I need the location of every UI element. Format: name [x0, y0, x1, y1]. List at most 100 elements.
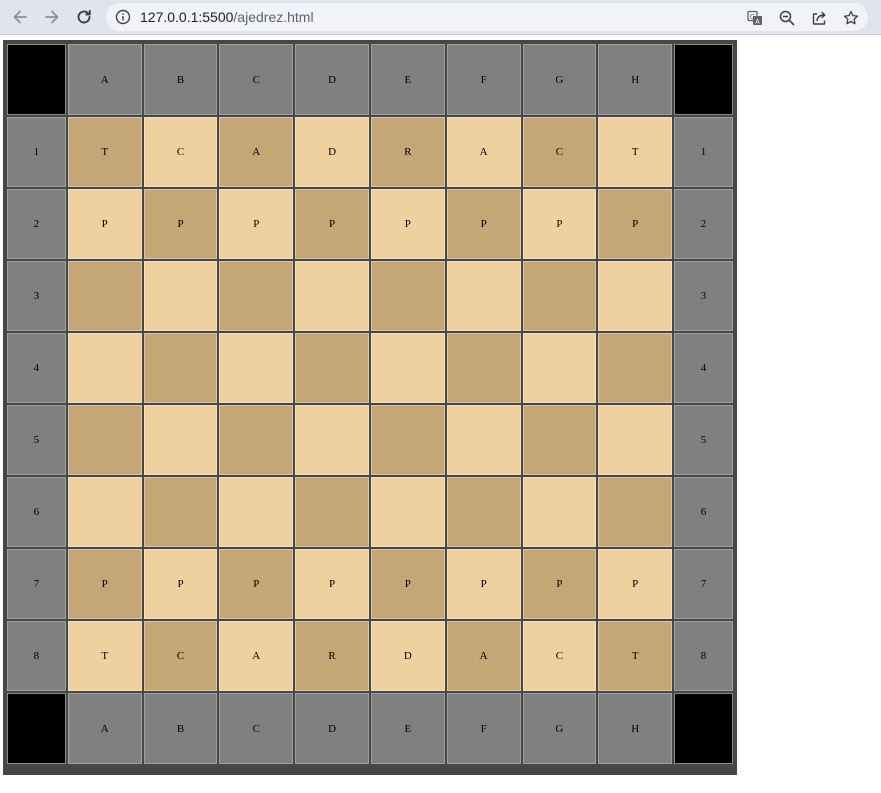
board-square[interactable]: A: [446, 621, 521, 691]
share-icon: [812, 11, 826, 25]
board-square[interactable]: [67, 333, 142, 403]
board-square[interactable]: P: [598, 549, 673, 619]
column-label: E: [370, 44, 445, 115]
board-square[interactable]: [522, 405, 597, 475]
column-label: F: [446, 44, 521, 115]
board-square[interactable]: C: [522, 117, 597, 187]
board-square[interactable]: [370, 477, 445, 547]
board-square[interactable]: [522, 261, 597, 331]
reload-button[interactable]: [72, 6, 96, 28]
column-label: H: [598, 693, 673, 764]
board-square[interactable]: T: [598, 117, 673, 187]
board-row: 55: [7, 405, 733, 475]
board-table: ABCDEFGH1TCADRACT12PPPPPPPP2334455667PPP…: [5, 42, 735, 766]
translate-icon: GA: [747, 10, 762, 25]
board-square[interactable]: [143, 333, 218, 403]
row-label: 2: [7, 189, 66, 259]
board-square[interactable]: [67, 477, 142, 547]
board-square[interactable]: [446, 405, 521, 475]
board-square[interactable]: P: [219, 189, 294, 259]
row-label: 4: [7, 333, 66, 403]
address-bar[interactable]: 127.0.0.1:5500/ajedrez.html GA: [106, 3, 868, 31]
board-square[interactable]: T: [598, 621, 673, 691]
bookmark-button[interactable]: [842, 9, 860, 27]
share-button[interactable]: [810, 9, 828, 27]
board-square[interactable]: [522, 333, 597, 403]
board-square[interactable]: P: [370, 189, 445, 259]
browser-toolbar: 127.0.0.1:5500/ajedrez.html GA: [0, 0, 881, 35]
board-square[interactable]: [370, 333, 445, 403]
board-square[interactable]: [143, 261, 218, 331]
board-square[interactable]: P: [295, 189, 369, 259]
row-label: 5: [7, 405, 66, 475]
board-square[interactable]: [522, 477, 597, 547]
url-path: /ajedrez.html: [233, 9, 314, 25]
column-label: F: [446, 693, 521, 764]
board-square[interactable]: [370, 405, 445, 475]
url-text[interactable]: 127.0.0.1:5500/ajedrez.html: [140, 3, 314, 31]
board-square[interactable]: [598, 405, 673, 475]
board-square[interactable]: A: [219, 621, 294, 691]
board-square[interactable]: [598, 477, 673, 547]
column-header-row-bottom: ABCDEFGH: [7, 693, 733, 764]
board-square[interactable]: P: [446, 549, 521, 619]
board-square[interactable]: P: [219, 549, 294, 619]
board-square[interactable]: C: [143, 117, 218, 187]
board-square[interactable]: A: [446, 117, 521, 187]
board-square[interactable]: [295, 477, 369, 547]
board-square[interactable]: [370, 261, 445, 331]
forward-button[interactable]: [40, 6, 64, 28]
board-square[interactable]: D: [295, 117, 369, 187]
board-square[interactable]: [295, 261, 369, 331]
board-square[interactable]: [446, 477, 521, 547]
column-header-row-top: ABCDEFGH: [7, 44, 733, 115]
board-square[interactable]: [598, 261, 673, 331]
board-square[interactable]: P: [67, 549, 142, 619]
column-label: G: [522, 693, 597, 764]
translate-button[interactable]: GA: [746, 9, 764, 27]
board-square[interactable]: P: [522, 189, 597, 259]
board-square[interactable]: P: [67, 189, 142, 259]
board-square[interactable]: A: [219, 117, 294, 187]
zoom-button[interactable]: [778, 9, 796, 27]
board-square[interactable]: [67, 261, 142, 331]
board-square[interactable]: [219, 477, 294, 547]
board-square[interactable]: [219, 261, 294, 331]
info-icon[interactable]: [115, 9, 131, 25]
board-square[interactable]: C: [522, 621, 597, 691]
board-square[interactable]: P: [598, 189, 673, 259]
board-square[interactable]: [446, 261, 521, 331]
board-square[interactable]: P: [522, 549, 597, 619]
zoom-out-icon: [779, 10, 795, 26]
board-square[interactable]: P: [143, 549, 218, 619]
board-row: 2PPPPPPPP2: [7, 189, 733, 259]
board-square[interactable]: P: [370, 549, 445, 619]
board-square[interactable]: C: [143, 621, 218, 691]
board-square[interactable]: [446, 333, 521, 403]
column-label: C: [219, 44, 294, 115]
board-square[interactable]: [67, 405, 142, 475]
board-square[interactable]: [295, 333, 369, 403]
board-square[interactable]: P: [143, 189, 218, 259]
column-label: D: [295, 693, 369, 764]
board-square[interactable]: [598, 333, 673, 403]
row-label: 6: [7, 477, 66, 547]
board-square[interactable]: [143, 405, 218, 475]
board-square[interactable]: D: [370, 621, 445, 691]
board-square[interactable]: T: [67, 117, 142, 187]
arrow-right-icon: [45, 10, 59, 24]
board-square[interactable]: [219, 333, 294, 403]
board-square[interactable]: R: [370, 117, 445, 187]
toolbar-divider: [0, 34, 881, 35]
board-square[interactable]: [295, 405, 369, 475]
column-label: E: [370, 693, 445, 764]
board-square[interactable]: [143, 477, 218, 547]
board-square[interactable]: T: [67, 621, 142, 691]
board-square[interactable]: [219, 405, 294, 475]
back-button[interactable]: [8, 6, 32, 28]
board-square[interactable]: R: [295, 621, 369, 691]
row-label: 4: [674, 333, 733, 403]
board-square[interactable]: P: [295, 549, 369, 619]
board-square[interactable]: P: [446, 189, 521, 259]
column-label: B: [143, 693, 218, 764]
